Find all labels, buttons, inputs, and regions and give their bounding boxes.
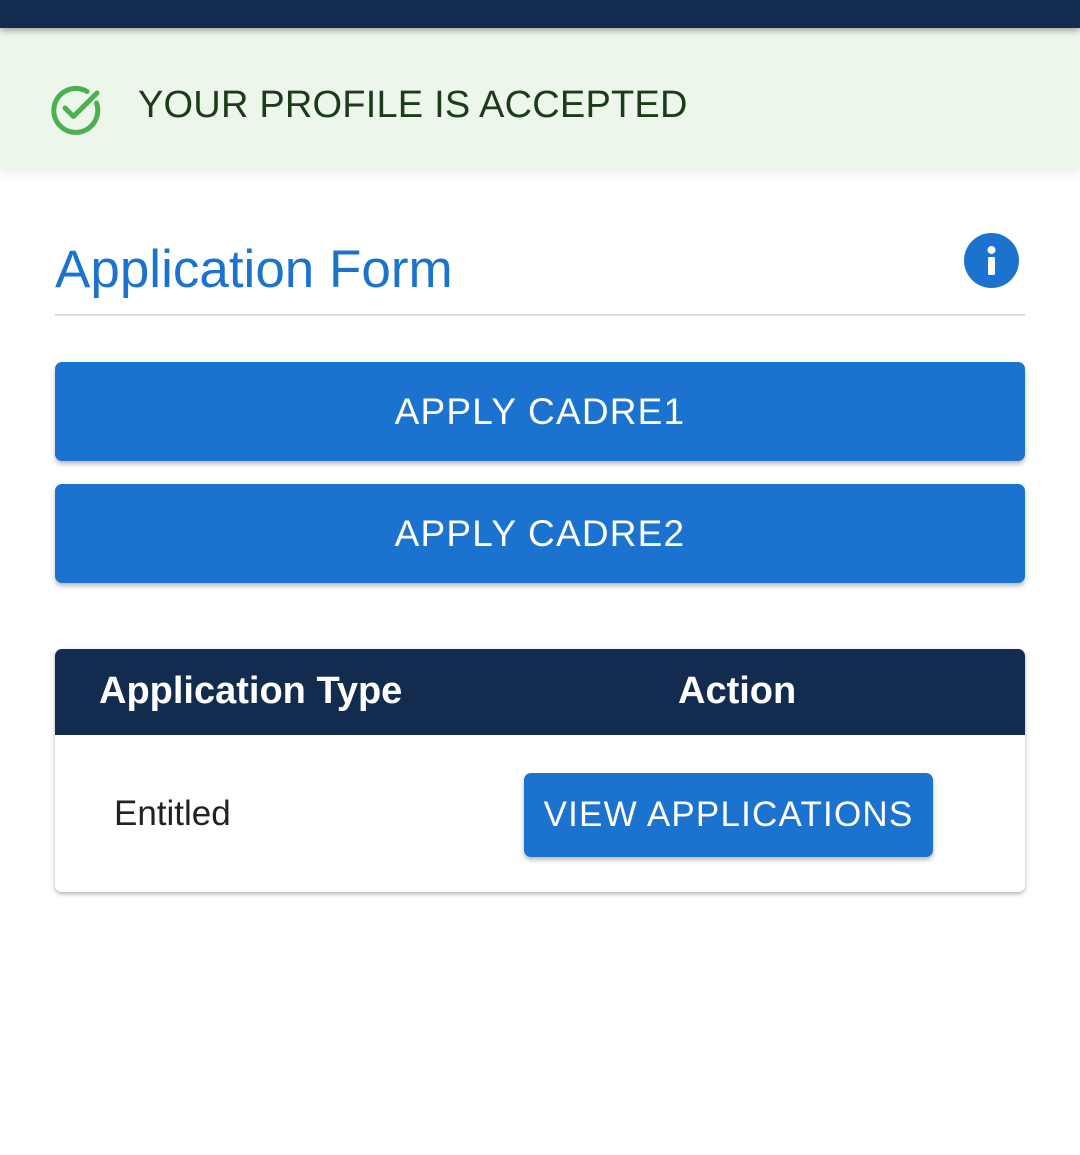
applications-table: Application Type Action Entitled VIEW AP… (55, 649, 1025, 892)
apply-cadre1-button[interactable]: APPLY CADRE1 (55, 362, 1025, 461)
table-header: Application Type Action (55, 649, 1025, 735)
view-applications-button[interactable]: VIEW APPLICATIONS (524, 773, 933, 857)
status-banner: YOUR PROFILE IS ACCEPTED (0, 28, 1080, 171)
page-title: Application Form (55, 240, 453, 299)
check-circle-icon (47, 81, 103, 137)
apply-cadre2-button[interactable]: APPLY CADRE2 (55, 484, 1025, 583)
status-text: YOUR PROFILE IS ACCEPTED (138, 84, 688, 126)
title-divider (55, 314, 1025, 316)
column-header-action: Action (678, 670, 797, 712)
column-header-application-type: Application Type (99, 670, 403, 712)
info-icon[interactable] (964, 233, 1019, 288)
application-type-cell: Entitled (114, 794, 231, 833)
app-top-bar (0, 0, 1080, 28)
